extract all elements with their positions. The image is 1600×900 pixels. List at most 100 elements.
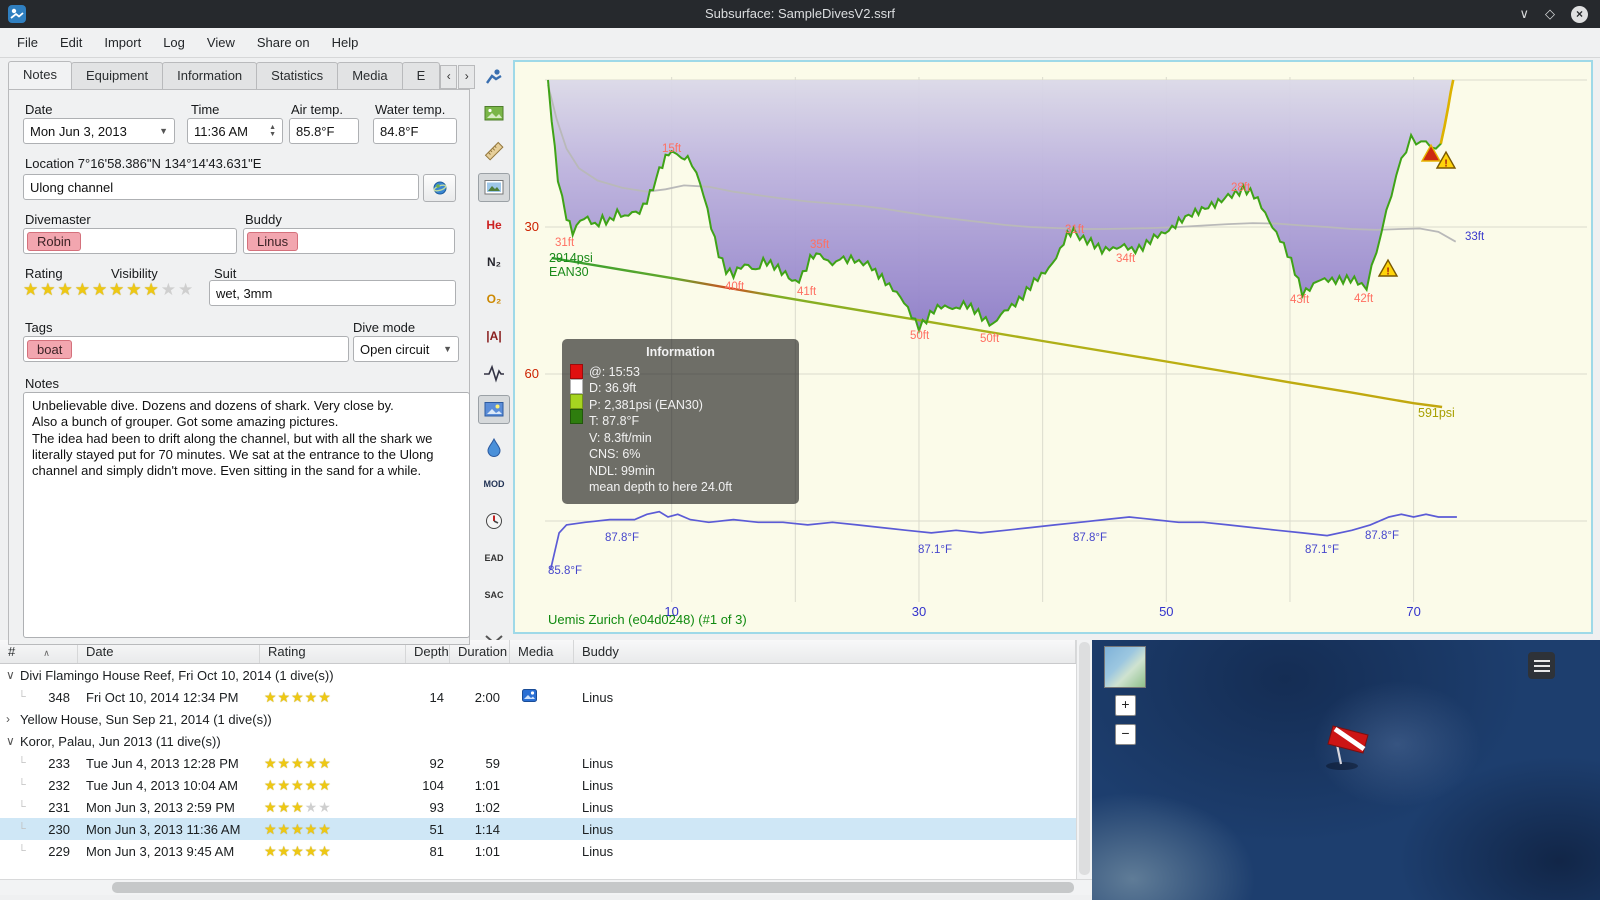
visibility-stars[interactable]: ★★★★★ (109, 280, 195, 300)
buddy-chip[interactable]: Linus (247, 231, 299, 251)
info-line: V: 8.3ft/min (589, 430, 652, 445)
depth-label: 50ft (910, 330, 930, 342)
trip-row[interactable]: › Yellow House, Sun Sep 21, 2014 (1 dive(… (0, 708, 1076, 730)
picture-thumbnails-toggle[interactable] (478, 395, 510, 424)
o2-graph-toggle[interactable]: O₂ (478, 284, 510, 313)
tags-label: Tags (25, 320, 53, 335)
zoom-in-button[interactable]: + (1115, 695, 1136, 716)
dive-computer-icon[interactable] (478, 62, 510, 91)
buddy-field[interactable]: Linus (243, 228, 455, 254)
dive-media-cell (510, 689, 574, 705)
tab-equipment[interactable]: Equipment (70, 62, 164, 89)
dive-number-cell: └ 230 (0, 822, 78, 837)
tab-media[interactable]: Media (337, 62, 403, 89)
ruler-icon[interactable] (478, 136, 510, 165)
trip-row[interactable]: ∨ Divi Flamingo House Reef, Fri Oct 10, 2… (0, 664, 1076, 686)
chevron-down-icon: ▼ (443, 344, 452, 354)
menu-share-on[interactable]: Share on (246, 30, 321, 55)
dive-number: 348 (48, 689, 70, 705)
tab-scroll-right-button[interactable]: › (458, 65, 476, 89)
ndl-clock-toggle[interactable] (478, 506, 510, 535)
expander-collapsed-icon[interactable]: › (6, 712, 20, 726)
info-line: @: 15:53 (589, 364, 640, 379)
photo-frame-toggle[interactable] (478, 173, 510, 202)
expander-expanded-icon[interactable]: ∨ (6, 734, 20, 748)
suit-field[interactable] (209, 280, 456, 306)
air-temp-field[interactable] (289, 118, 359, 144)
dive-row[interactable]: └ 231 Mon Jun 3, 2013 2:59 PM ★★★★★ 93 1:02 Li… (0, 796, 1076, 818)
sac-toggle[interactable]: SAC (478, 580, 510, 609)
dive-row[interactable]: └ 348 Fri Oct 10, 2014 12:34 PM ★★★★★ 14 2:00… (0, 686, 1076, 708)
dive-list-vscrollbar[interactable] (1076, 640, 1092, 879)
rating-stars[interactable]: ★★★★★ (23, 280, 109, 300)
dive-list: # ∧ Date Rating Depth Duration Media Buddy ∨ Divi… (0, 640, 1076, 879)
map-widget[interactable]: + − (1092, 640, 1600, 900)
menu-view[interactable]: View (196, 30, 246, 55)
column-header-media[interactable]: Media (510, 640, 574, 663)
dive-profile[interactable]: 15ft 31ft 40ft 41ft 35ft 50ft 50ft 31ft 34ft 28ft… (513, 60, 1593, 634)
menu-log[interactable]: Log (152, 30, 196, 55)
dive-duration-cell: 1:14 (474, 821, 500, 837)
expander-expanded-icon[interactable]: ∨ (6, 668, 20, 682)
vscroll-thumb[interactable] (1079, 642, 1090, 875)
warning-exclamation: ! (1386, 267, 1389, 278)
menu-edit[interactable]: Edit (49, 30, 93, 55)
dive-rating-cell: ★★★★★ (260, 755, 406, 772)
n2-graph-toggle[interactable]: N₂ (478, 247, 510, 276)
ambient-pressure-toggle[interactable]: |A| (478, 321, 510, 350)
star-filled: ★★★★★ (264, 688, 332, 705)
divemaster-chip[interactable]: Robin (27, 231, 81, 251)
dive-number: 233 (48, 755, 70, 771)
menu-help[interactable]: Help (321, 30, 370, 55)
date-combobox[interactable]: Mon Jun 3, 2013 ▼ (23, 118, 175, 144)
minimize-button[interactable]: ∨ (1519, 4, 1529, 24)
dive-number: 229 (48, 843, 70, 859)
spinner-arrows-icon[interactable]: ▲ ▼ (264, 124, 276, 138)
zoom-out-button[interactable]: − (1115, 724, 1136, 745)
dive-duration-cell: 1:01 (474, 777, 500, 793)
notes-textarea[interactable]: Unbelievable dive. Dozens and dozens of … (23, 392, 470, 638)
location-field[interactable] (23, 174, 419, 200)
dive-row[interactable]: └ 232 Tue Jun 4, 2013 10:04 AM ★★★★★ 104 1:01… (0, 774, 1076, 796)
maximize-button[interactable]: ◇ (1545, 4, 1555, 24)
menu-file[interactable]: File (6, 30, 49, 55)
dive-flag-marker[interactable] (1324, 720, 1384, 772)
heartrate-toggle[interactable] (478, 358, 510, 387)
time-spinbox[interactable]: 11:36 AM ▲ ▼ (187, 118, 283, 144)
tab-statistics[interactable]: Statistics (256, 62, 339, 89)
tag-chip[interactable]: boat (27, 339, 73, 359)
dive-mode-combobox[interactable]: Open circuit ▼ (353, 336, 459, 362)
mod-toggle[interactable]: MOD (478, 469, 510, 498)
hscroll-thumb[interactable] (112, 882, 1074, 893)
trip-row[interactable]: ∨ Koror, Palau, Jun 2013 (11 dive(s)) (0, 730, 1076, 752)
column-header-buddy[interactable]: Buddy (574, 640, 1076, 663)
tab-scroll-left-button[interactable]: ‹ (440, 65, 458, 89)
air-temp-label: Air temp. (291, 102, 344, 117)
dive-list-hscrollbar[interactable] (0, 879, 1092, 895)
ead-toggle[interactable]: EAD (478, 543, 510, 572)
dive-depth-cell: 92 (429, 755, 444, 771)
tab-notes[interactable]: Notes (8, 61, 72, 89)
he-graph-toggle[interactable]: He (478, 210, 510, 239)
dive-row[interactable]: └ 233 Tue Jun 4, 2013 12:28 PM ★★★★★ 92 59 Lin… (0, 752, 1076, 774)
overview-inset-map[interactable] (1104, 646, 1146, 688)
menu-import[interactable]: Import (93, 30, 152, 55)
dive-row[interactable]: └ 230 Mon Jun 3, 2013 11:36 AM ★★★★★ 51 1:14 L… (0, 818, 1076, 840)
globe-button[interactable] (423, 174, 456, 202)
x-axis-tick: 30 (912, 604, 926, 619)
show-photos-icon[interactable] (478, 99, 510, 128)
tags-field[interactable]: boat (23, 336, 349, 362)
notes-tab-panel: Date Time Air temp. Water temp. Mon Jun … (8, 89, 470, 645)
dive-row[interactable]: └ 229 Mon Jun 3, 2013 9:45 AM ★★★★★ 81 1:01 Li… (0, 840, 1076, 862)
y-axis-tick: 60 (525, 366, 539, 381)
ceiling-toggle[interactable] (478, 432, 510, 461)
info-line: P: 2,381psi (EAN30) (589, 397, 703, 412)
tab-e[interactable]: E (401, 62, 441, 89)
dive-number-cell: └ 232 (0, 778, 78, 793)
dive-number-cell: └ 348 (0, 690, 78, 705)
divemaster-field[interactable]: Robin (23, 228, 237, 254)
close-button[interactable]: × (1571, 5, 1588, 23)
map-menu-button[interactable] (1528, 652, 1555, 679)
tab-information[interactable]: Information (162, 62, 258, 89)
water-temp-field[interactable] (373, 118, 457, 144)
